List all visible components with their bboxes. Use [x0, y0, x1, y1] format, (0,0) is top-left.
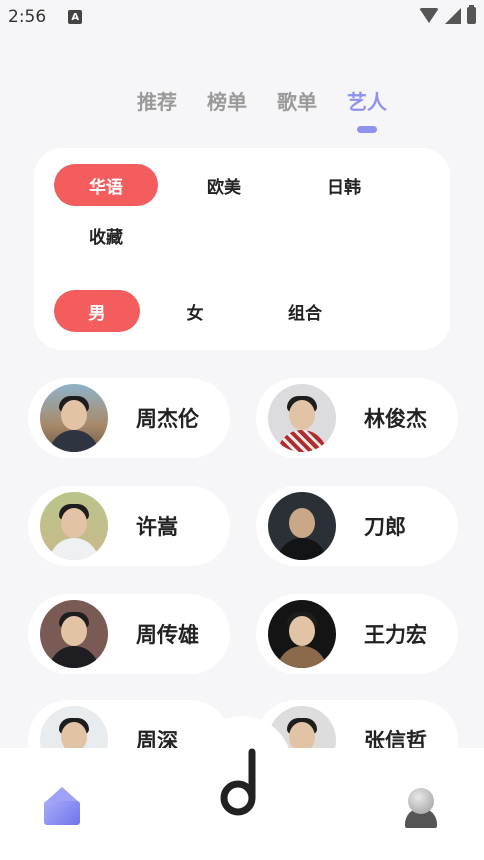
artist-avatar	[268, 384, 336, 452]
filter-type-male[interactable]: 男	[54, 290, 140, 332]
artist-card[interactable]: 许嵩	[28, 486, 230, 566]
system-icons	[419, 5, 476, 24]
artist-name: 许嵩	[136, 515, 178, 539]
artist-card[interactable]: 林俊杰	[256, 378, 458, 458]
filter-region-favorites[interactable]: 收藏	[54, 214, 158, 256]
artist-card[interactable]: 王力宏	[256, 594, 458, 674]
artist-name: 周传雄	[136, 623, 199, 647]
signal-icon	[445, 7, 461, 24]
notification-icon: A	[68, 10, 83, 24]
tab-charts[interactable]: 榜单	[192, 86, 262, 115]
tab-artists[interactable]: 艺人	[332, 86, 402, 115]
artist-avatar	[40, 492, 108, 560]
artist-name: 周杰伦	[136, 407, 199, 431]
user-icon[interactable]	[403, 786, 439, 828]
filter-region-western[interactable]: 欧美	[172, 164, 276, 206]
filter-region-chinese[interactable]: 华语	[54, 164, 158, 206]
filter-card: 华语 欧美 日韩 收藏 男 女 组合	[34, 148, 450, 350]
artist-avatar	[40, 600, 108, 668]
tab-playlists[interactable]: 歌单	[262, 86, 332, 115]
artist-card[interactable]: 周杰伦	[28, 378, 230, 458]
filter-type-group[interactable]: 组合	[262, 290, 348, 332]
wifi-icon	[419, 8, 439, 23]
battery-icon	[467, 5, 476, 24]
artist-name: 刀郎	[364, 515, 406, 539]
home-icon[interactable]	[40, 787, 82, 827]
filter-type-female[interactable]: 女	[152, 290, 238, 332]
music-logo-icon[interactable]	[210, 748, 270, 820]
artist-name: 王力宏	[364, 623, 427, 647]
artist-card[interactable]: 周传雄	[28, 594, 230, 674]
tab-indicator	[357, 126, 377, 133]
status-bar: 2:56 A	[0, 0, 484, 34]
artist-avatar	[268, 600, 336, 668]
artist-card[interactable]: 刀郎	[256, 486, 458, 566]
artist-name: 林俊杰	[364, 407, 427, 431]
status-time: 2:56	[8, 7, 47, 27]
top-tabs: 推荐 榜单 歌单 艺人	[0, 86, 484, 115]
artist-avatar	[268, 492, 336, 560]
filter-region-japan-korea[interactable]: 日韩	[292, 164, 396, 206]
artist-avatar	[40, 384, 108, 452]
tab-recommend[interactable]: 推荐	[122, 86, 192, 115]
